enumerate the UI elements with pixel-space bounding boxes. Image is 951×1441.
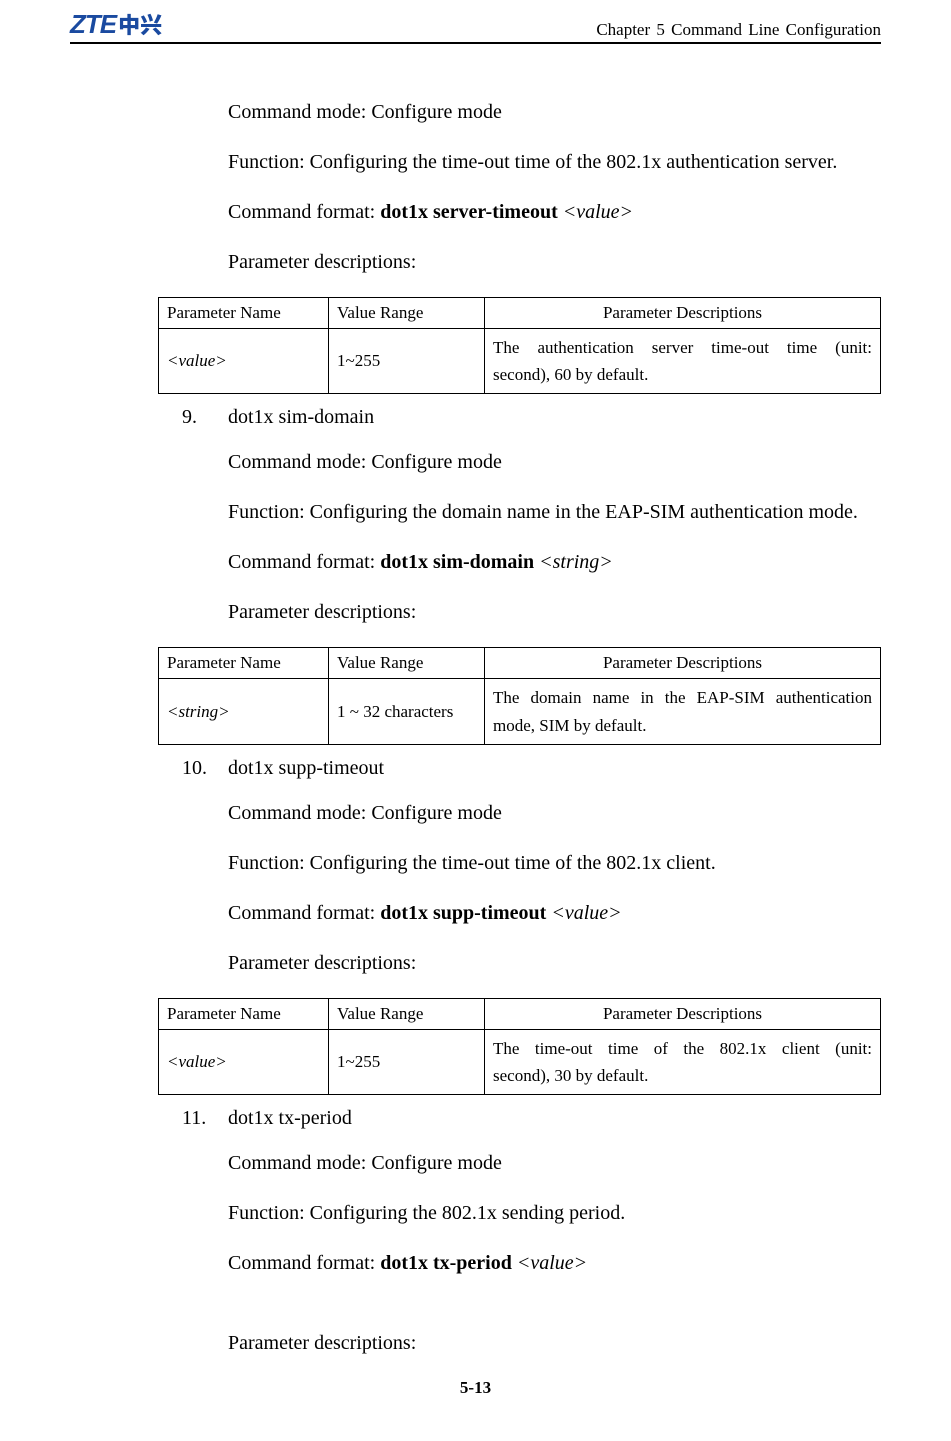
command-format: Command format: dot1x sim-domain <string… <box>228 547 881 577</box>
sec8-body: Command mode: Configure mode Function: C… <box>228 97 881 277</box>
th-desc: Parameter Descriptions <box>485 648 881 679</box>
desc-line2: second), 60 by default. <box>493 361 872 388</box>
function: Function: Configuring the 802.1x sending… <box>228 1198 881 1228</box>
function: Function: Configuring the time-out time … <box>228 147 881 177</box>
fmt-bold: dot1x supp-timeout <box>380 902 551 924</box>
param-table-10: Parameter Name Value Range Parameter Des… <box>158 998 881 1095</box>
sec10-body: Command mode: Configure mode Function: C… <box>228 798 881 978</box>
th-name: Parameter Name <box>159 298 329 329</box>
th-desc: Parameter Descriptions <box>485 298 881 329</box>
param-desc-label: Parameter descriptions: <box>228 247 881 277</box>
td-range: 1 ~ 32 characters <box>329 679 485 744</box>
table-row: <value> 1~255 The authentication server … <box>159 329 881 394</box>
fmt-arg: <value> <box>563 201 633 223</box>
desc-line1: The authentication server time-out time … <box>493 334 872 361</box>
td-desc: The authentication server time-out time … <box>485 329 881 394</box>
fmt-bold: dot1x server-timeout <box>380 201 563 223</box>
fmt-bold: dot1x sim-domain <box>380 551 539 573</box>
command-format: Command format: dot1x tx-period <value> <box>228 1248 881 1278</box>
list-title: dot1x tx-period <box>228 1107 352 1130</box>
command-mode: Command mode: Configure mode <box>228 447 881 477</box>
list-num: 9. <box>182 406 210 429</box>
td-name: <value> <box>159 329 329 394</box>
td-name: <value> <box>159 1029 329 1094</box>
chapter-title: Chapter 5 Command Line Configuration <box>596 20 881 40</box>
fmt-label: Command format: <box>228 1252 380 1274</box>
list-title: dot1x supp-timeout <box>228 757 384 780</box>
table-header-row: Parameter Name Value Range Parameter Des… <box>159 648 881 679</box>
th-name: Parameter Name <box>159 998 329 1029</box>
fmt-label: Command format: <box>228 902 380 924</box>
logo-ch: 中兴 <box>118 8 162 40</box>
list-title: dot1x sim-domain <box>228 406 374 429</box>
param-desc-label: Parameter descriptions: <box>228 1328 881 1358</box>
th-range: Value Range <box>329 298 485 329</box>
fmt-arg: <string> <box>539 551 613 573</box>
th-desc: Parameter Descriptions <box>485 998 881 1029</box>
list-item-9: 9. dot1x sim-domain <box>182 406 881 429</box>
header-rule <box>70 42 881 44</box>
table-row: <value> 1~255 The time-out time of the 8… <box>159 1029 881 1094</box>
param-table-9: Parameter Name Value Range Parameter Des… <box>158 647 881 744</box>
page-header: ZTE 中兴 Chapter 5 Command Line Configurat… <box>70 8 881 42</box>
table-row: <string> 1 ~ 32 characters The domain na… <box>159 679 881 744</box>
command-mode: Command mode: Configure mode <box>228 97 881 127</box>
td-desc: The time-out time of the 802.1x client (… <box>485 1029 881 1094</box>
list-item-11: 11. dot1x tx-period <box>182 1107 881 1130</box>
td-name: <string> <box>159 679 329 744</box>
command-format: Command format: dot1x supp-timeout <valu… <box>228 898 881 928</box>
desc-line1: The time-out time of the 802.1x client (… <box>493 1035 872 1062</box>
param-desc-label: Parameter descriptions: <box>228 597 881 627</box>
th-range: Value Range <box>329 998 485 1029</box>
fmt-label: Command format: <box>228 201 380 223</box>
td-desc: The domain name in the EAP-SIM authentic… <box>485 679 881 744</box>
table-header-row: Parameter Name Value Range Parameter Des… <box>159 298 881 329</box>
th-name: Parameter Name <box>159 648 329 679</box>
param-table-8: Parameter Name Value Range Parameter Des… <box>158 297 881 394</box>
fmt-arg: <value> <box>517 1252 587 1274</box>
sec9-body: Command mode: Configure mode Function: C… <box>228 447 881 627</box>
command-mode: Command mode: Configure mode <box>228 798 881 828</box>
logo-en: ZTE <box>70 9 116 40</box>
fmt-label: Command format: <box>228 551 380 573</box>
command-format: Command format: dot1x server-timeout <va… <box>228 197 881 227</box>
param-desc-label: Parameter descriptions: <box>228 948 881 978</box>
sec11-body: Command mode: Configure mode Function: C… <box>228 1148 881 1358</box>
page-number: 5-13 <box>70 1378 881 1398</box>
desc-line2: second), 30 by default. <box>493 1062 872 1089</box>
page: ZTE 中兴 Chapter 5 Command Line Configurat… <box>0 0 951 1418</box>
content: Command mode: Configure mode Function: C… <box>70 52 881 1398</box>
table-header-row: Parameter Name Value Range Parameter Des… <box>159 998 881 1029</box>
fmt-arg: <value> <box>551 902 621 924</box>
function: Function: Configuring the time-out time … <box>228 848 881 878</box>
fmt-bold: dot1x tx-period <box>380 1252 517 1274</box>
function: Function: Configuring the domain name in… <box>228 497 881 527</box>
list-num: 11. <box>182 1107 210 1130</box>
desc-line2: mode, SIM by default. <box>493 712 872 739</box>
desc-line1: The domain name in the EAP-SIM authentic… <box>493 684 872 711</box>
th-range: Value Range <box>329 648 485 679</box>
td-range: 1~255 <box>329 329 485 394</box>
list-num: 10. <box>182 757 210 780</box>
list-item-10: 10. dot1x supp-timeout <box>182 757 881 780</box>
td-range: 1~255 <box>329 1029 485 1094</box>
logo: ZTE 中兴 <box>70 8 162 40</box>
command-mode: Command mode: Configure mode <box>228 1148 881 1178</box>
